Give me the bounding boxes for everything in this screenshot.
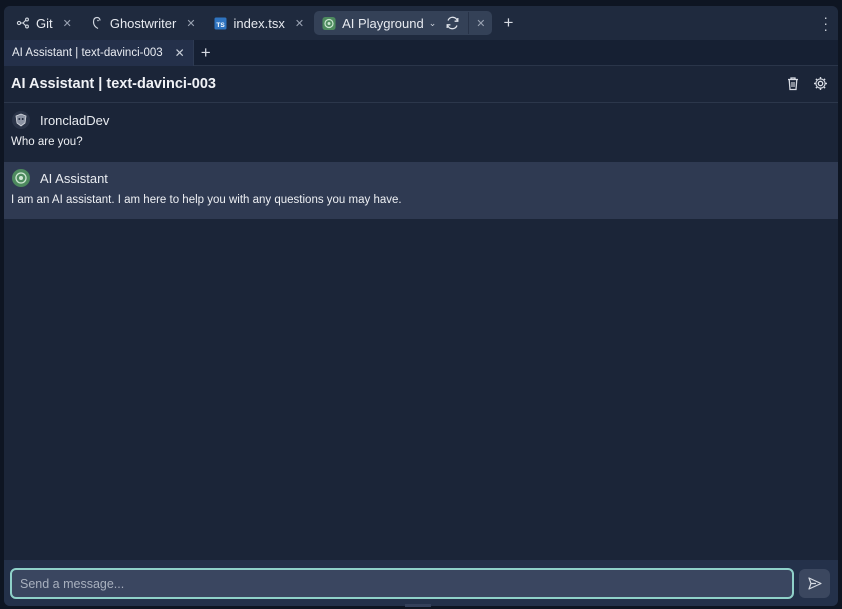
tab-git[interactable]: Git ✕ <box>8 11 78 35</box>
refresh-icon[interactable] <box>445 16 460 30</box>
tab-label: Ghostwriter <box>109 15 177 31</box>
tab-ai-playground[interactable]: AI Playground ⌄ ✕ <box>314 11 492 35</box>
message-text: Who are you? <box>11 136 83 148</box>
chat-header: AI Assistant | text-davinci-003 <box>4 66 838 103</box>
message-text: I am an AI assistant. I am here to help … <box>11 194 402 206</box>
app-window: Git ✕ Ghostwriter ✕ TS index.tsx ✕ AI Pl… <box>4 6 838 606</box>
tab-ghostwriter[interactable]: Ghostwriter ✕ <box>82 11 202 35</box>
message-author: IroncladDev <box>12 109 838 131</box>
svg-text:TS: TS <box>216 22 225 29</box>
send-icon <box>807 577 822 590</box>
message-author: AI Assistant <box>12 167 838 189</box>
close-icon[interactable]: ✕ <box>63 17 72 30</box>
trash-icon[interactable] <box>786 76 800 96</box>
tab-index-tsx[interactable]: TS index.tsx ✕ <box>206 11 311 35</box>
gear-icon[interactable] <box>813 76 828 96</box>
chat-message-user: IroncladDev Who are you? <box>4 109 838 161</box>
page-title: AI Assistant | text-davinci-003 <box>11 76 216 92</box>
more-options-icon[interactable]: · · · <box>823 10 828 36</box>
author-name: IroncladDev <box>40 112 110 128</box>
close-icon[interactable]: ✕ <box>175 46 185 60</box>
close-icon[interactable]: ✕ <box>186 17 195 30</box>
pane-tab-bar: AI Assistant | text-davinci-003 ✕ + <box>4 39 838 66</box>
tab-ai-assistant[interactable]: AI Assistant | text-davinci-003 ✕ <box>4 39 194 66</box>
chat-message-assistant: AI Assistant I am an AI assistant. I am … <box>4 162 838 219</box>
resize-handle[interactable] <box>405 604 431 607</box>
close-icon[interactable]: ✕ <box>476 17 485 30</box>
openai-avatar-icon <box>12 169 30 187</box>
workspace-tab-bar: Git ✕ Ghostwriter ✕ TS index.tsx ✕ AI Pl… <box>4 6 838 40</box>
new-tab-button[interactable]: + <box>504 13 514 33</box>
git-icon <box>16 16 30 30</box>
chevron-down-icon[interactable]: ⌄ <box>429 18 437 29</box>
tab-label: index.tsx <box>233 15 285 31</box>
typescript-file-icon: TS <box>214 16 228 30</box>
openai-icon <box>322 16 336 30</box>
new-pane-tab-button[interactable]: + <box>201 43 211 63</box>
tab-label: Git <box>36 15 53 31</box>
close-icon[interactable]: ✕ <box>295 17 304 30</box>
subtab-label: AI Assistant | text-davinci-003 <box>12 46 163 59</box>
tab-label: AI Playground <box>342 15 424 31</box>
author-name: AI Assistant <box>40 170 108 186</box>
ghostwriter-icon <box>90 16 104 30</box>
message-composer <box>4 560 838 606</box>
message-input[interactable] <box>10 568 794 599</box>
tab-divider <box>468 12 470 34</box>
send-button[interactable] <box>799 569 830 598</box>
avatar <box>12 111 30 129</box>
